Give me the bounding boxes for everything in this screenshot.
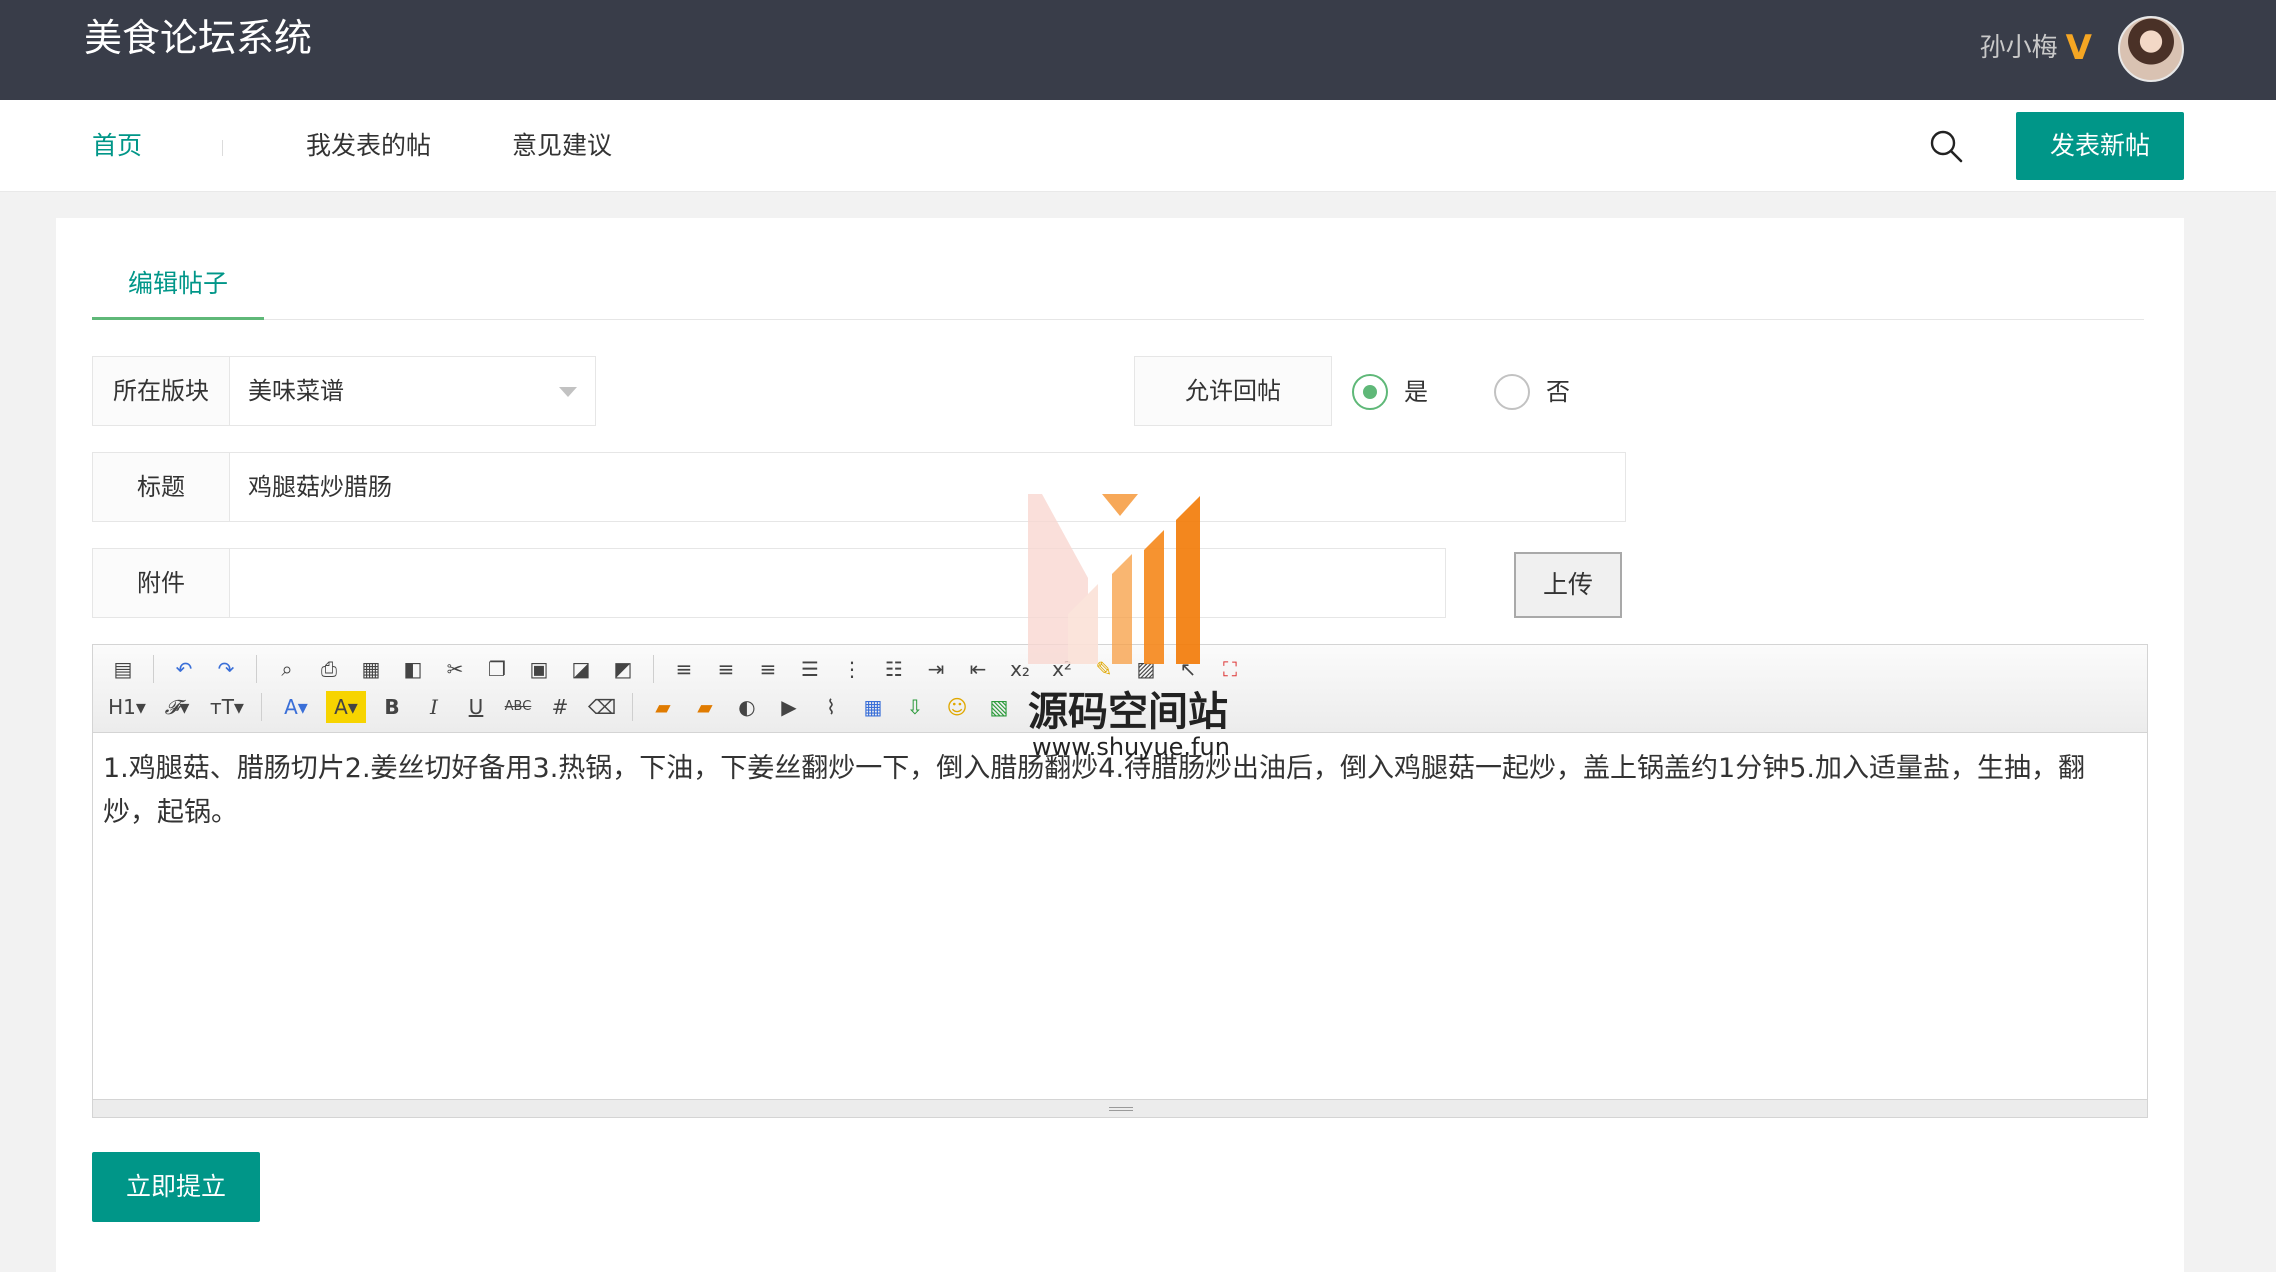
main-nav: 首页 我发表的帖 意见建议 发表新帖 xyxy=(0,100,2276,192)
media-icon[interactable]: ▶ xyxy=(773,691,805,723)
resize-grip-icon xyxy=(1109,1107,1133,1111)
title-label: 标题 xyxy=(92,452,230,522)
toolbar-divider xyxy=(153,655,154,683)
nav-divider xyxy=(222,140,223,156)
avatar[interactable] xyxy=(2118,16,2184,82)
highlight-color-icon[interactable]: A▾ xyxy=(326,691,366,723)
underline-icon[interactable]: U xyxy=(460,691,492,723)
paste-icon[interactable]: ▣ xyxy=(523,653,555,685)
flash-icon[interactable]: ◐ xyxy=(731,691,763,723)
eraser-icon[interactable]: ⌫ xyxy=(586,691,618,723)
publish-new-post-button[interactable]: 发表新帖 xyxy=(2016,112,2184,180)
bold-icon[interactable]: B xyxy=(376,691,408,723)
map-icon[interactable]: ▧ xyxy=(983,691,1015,723)
indent-icon[interactable]: ⇥ xyxy=(920,653,952,685)
reply-option-yes-label: 是 xyxy=(1404,378,1428,406)
allow-reply-label: 允许回帖 xyxy=(1134,356,1332,426)
heading-icon[interactable]: H1▾ xyxy=(107,691,147,723)
title-input[interactable]: 鸡腿菇炒腊肠 xyxy=(230,452,1626,522)
section-select-value: 美味菜谱 xyxy=(248,377,344,405)
undo-icon[interactable]: ↶ xyxy=(168,653,200,685)
tab-bar: 编辑帖子 xyxy=(92,258,2144,320)
site-logo[interactable]: 美食论坛系统 xyxy=(84,14,312,62)
editor-content[interactable]: 1.鸡腿菇、腊肠切片2.姜丝切好备用3.热锅，下油，下姜丝翻炒一下，倒入腊肠翻炒… xyxy=(93,733,2147,1101)
redo-icon[interactable]: ↷ xyxy=(210,653,242,685)
attachment-icon[interactable]: ⌇ xyxy=(815,691,847,723)
line-height-icon[interactable]: # xyxy=(544,691,576,723)
paste-word-icon[interactable]: ◩ xyxy=(607,653,639,685)
toolbar-divider xyxy=(632,693,633,721)
watermark-logo-icon xyxy=(1028,494,1200,664)
radio-checked-icon xyxy=(1352,374,1388,410)
username[interactable]: 孙小梅 xyxy=(1980,28,2058,68)
ordered-list-icon[interactable]: ⋮ xyxy=(836,653,868,685)
nav-feedback[interactable]: 意见建议 xyxy=(512,128,612,164)
code-icon[interactable]: ◧ xyxy=(397,653,429,685)
vip-badge-icon: V xyxy=(2065,28,2092,68)
editor-resize-handle[interactable] xyxy=(93,1099,2147,1117)
align-left-icon[interactable]: ≡ xyxy=(668,653,700,685)
font-family-icon[interactable]: 𝓕▾ xyxy=(157,691,197,723)
watermark-url: www.shuyue.fun xyxy=(1032,733,1230,761)
top-header: 美食论坛系统 孙小梅 V xyxy=(0,0,2276,100)
nav-home[interactable]: 首页 xyxy=(92,128,142,164)
chevron-down-icon xyxy=(559,387,577,397)
section-label: 所在版块 xyxy=(92,356,230,426)
template-icon[interactable]: ▦ xyxy=(355,653,387,685)
submit-button[interactable]: 立即提立 xyxy=(92,1152,260,1222)
upload-button[interactable]: 上传 xyxy=(1514,552,1622,618)
tab-edit-post[interactable]: 编辑帖子 xyxy=(92,258,264,320)
horizontal-rule-icon[interactable]: ⇩ xyxy=(899,691,931,723)
copy-icon[interactable]: ❐ xyxy=(481,653,513,685)
watermark-title: 源码空间站 xyxy=(1028,689,1228,735)
user-menu[interactable]: 孙小梅 V xyxy=(1980,28,2092,68)
reply-option-yes[interactable]: 是 xyxy=(1352,372,1428,412)
align-center-icon[interactable]: ≡ xyxy=(710,653,742,685)
section-select[interactable]: 美味菜谱 xyxy=(230,356,596,426)
align-right-icon[interactable]: ≡ xyxy=(752,653,784,685)
align-justify-icon[interactable]: ☰ xyxy=(794,653,826,685)
font-color-icon[interactable]: A▾ xyxy=(276,691,316,723)
reply-option-no[interactable]: 否 xyxy=(1494,372,1570,412)
emoticon-icon[interactable]: ☺ xyxy=(941,691,973,723)
print-icon[interactable]: ⎙ xyxy=(313,653,345,685)
font-size-icon[interactable]: тT▾ xyxy=(207,691,247,723)
paste-text-icon[interactable]: ◪ xyxy=(565,653,597,685)
nav-my-posts[interactable]: 我发表的帖 xyxy=(306,128,431,164)
cut-icon[interactable]: ✂ xyxy=(439,653,471,685)
strikethrough-icon[interactable]: ABC xyxy=(502,691,534,723)
unordered-list-icon[interactable]: ☷ xyxy=(878,653,910,685)
multi-image-icon[interactable]: ▰ xyxy=(689,691,721,723)
toolbar-divider xyxy=(653,655,654,683)
source-code-icon[interactable]: ▤ xyxy=(107,653,139,685)
reply-option-no-label: 否 xyxy=(1546,378,1570,406)
toolbar-divider xyxy=(261,693,262,721)
italic-icon[interactable]: I xyxy=(418,691,450,723)
attachment-label: 附件 xyxy=(92,548,230,618)
radio-unchecked-icon xyxy=(1494,374,1530,410)
preview-icon[interactable]: ⌕ xyxy=(271,653,303,685)
image-icon[interactable]: ▰ xyxy=(647,691,679,723)
toolbar-divider xyxy=(256,655,257,683)
outdent-icon[interactable]: ⇤ xyxy=(962,653,994,685)
watermark: 源码空间站 www.shuyue.fun xyxy=(1028,494,1278,760)
search-icon[interactable] xyxy=(1928,128,1964,164)
toolbar-row-2: H1▾ 𝓕▾ тT▾ A▾ A▾ B I U ABC # ⌫ ▰ ▰ ◐ ▶ ⌇… xyxy=(107,691,1015,723)
table-icon[interactable]: ▦ xyxy=(857,691,889,723)
